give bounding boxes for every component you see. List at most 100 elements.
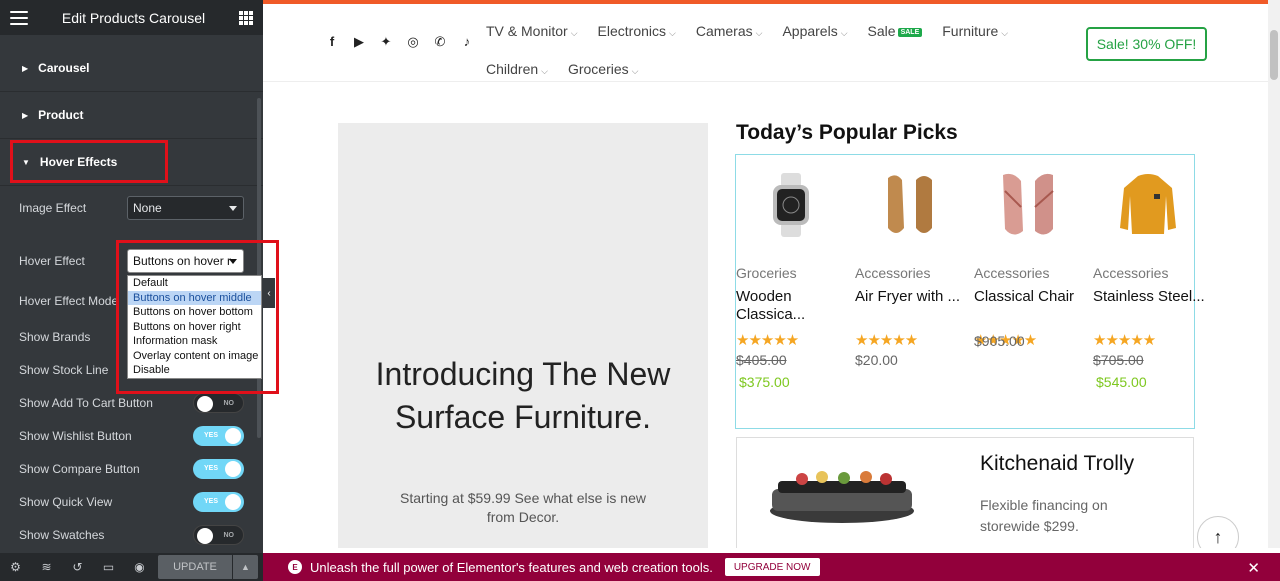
nav-item-cameras[interactable]: Cameras ⌵ (696, 23, 763, 39)
nav-label: Groceries (567, 61, 629, 77)
product-category: Accessories (974, 265, 1050, 281)
image-effect-control: Image Effect None (0, 196, 258, 220)
featured-product-title[interactable]: Kitchenaid Trolly (980, 452, 1134, 476)
twitter-icon[interactable]: ✦ (379, 34, 393, 50)
control-label: Show Stock Line (19, 363, 109, 377)
product-price: $905.00 (974, 333, 1025, 349)
panel-scrollbar[interactable] (257, 98, 261, 438)
featured-product-image[interactable] (752, 453, 922, 533)
product-card[interactable]: Groceries Wooden Classica... ★★★★★ $405.… (736, 155, 855, 425)
caret-right-icon: ▶ (22, 63, 29, 73)
nav-item-children[interactable]: Children ⌵ (486, 61, 548, 77)
compare-toggle[interactable]: YES (193, 459, 244, 479)
hover-effect-options-list: Default Buttons on hover middle Buttons … (127, 275, 262, 379)
nav-item-furniture[interactable]: Furniture ⌵ (942, 23, 1008, 39)
control-label: Show Quick View (19, 495, 113, 509)
preview-eye-icon[interactable]: ◉ (124, 560, 155, 574)
youtube-icon[interactable]: ▶ (352, 34, 366, 50)
hover-effect-option[interactable]: Buttons on hover bottom (128, 305, 261, 320)
product-image[interactable] (761, 169, 821, 241)
history-icon[interactable]: ↺ (62, 560, 93, 574)
panel-footer: ⚙ ≋ ↺ ▭ ◉ UPDATE ▲ (0, 553, 263, 581)
elementor-logo-icon: E (288, 560, 302, 574)
featured-product-card[interactable]: Kitchenaid Trolly Flexible financing on … (736, 437, 1194, 548)
close-icon[interactable]: ✕ (1247, 559, 1260, 577)
settings-gear-icon[interactable]: ⚙ (0, 560, 31, 574)
preview-scrollbar[interactable] (1268, 0, 1280, 548)
control-label: Show Compare Button (19, 462, 140, 476)
product-price: $375.00 (739, 374, 790, 390)
whatsapp-icon[interactable]: ✆ (433, 34, 447, 50)
scrollbar-thumb[interactable] (1270, 30, 1278, 80)
nav-item-sale[interactable]: Sale SALE (868, 23, 923, 39)
show-swatches-control: Show Swatches NO (0, 525, 258, 545)
product-image[interactable] (1118, 169, 1178, 241)
hover-effect-option[interactable]: Overlay content on image (128, 349, 261, 364)
product-image[interactable] (999, 169, 1059, 241)
responsive-mode-icon[interactable]: ▭ (93, 560, 124, 574)
popular-picks-title: Today’s Popular Picks (736, 121, 958, 144)
toggle-knob (225, 461, 241, 477)
control-label: Hover Effect (19, 254, 85, 268)
upgrade-now-button[interactable]: UPGRADE NOW (724, 558, 820, 576)
hover-effect-option[interactable]: Default (128, 276, 261, 291)
show-add-to-cart-control: Show Add To Cart Button NO (0, 393, 258, 413)
facebook-icon[interactable]: f (325, 34, 339, 50)
chevron-down-icon: ⌵ (1001, 28, 1009, 38)
products-carousel: Groceries Wooden Classica... ★★★★★ $405.… (735, 154, 1205, 429)
product-card[interactable]: Accessories Air Fryer with ... ★★★★★ $20… (855, 155, 974, 425)
panel-header: Edit Products Carousel (0, 0, 263, 35)
nav-item-electronics[interactable]: Electronics ⌵ (598, 23, 676, 39)
menu-icon[interactable] (10, 10, 28, 25)
navigator-layers-icon[interactable]: ≋ (31, 560, 62, 574)
collapse-panel-chevron-left-icon[interactable]: ‹ (263, 278, 275, 308)
banner-subtitle: Starting at $59.99 See what else is new … (400, 490, 646, 525)
promo-text: Unleash the full power of Elementor's fe… (310, 559, 713, 575)
control-label: Show Wishlist Button (19, 429, 132, 443)
product-name[interactable]: Stainless Steel... (1093, 288, 1205, 306)
select-value: Buttons on hover r (133, 254, 232, 268)
update-button[interactable]: UPDATE (158, 555, 232, 579)
sale-30-off-button[interactable]: Sale! 30% OFF! (1086, 27, 1207, 61)
product-card[interactable]: Accessories Stainless Steel... ★★★★★ $70… (1093, 155, 1212, 425)
wishlist-toggle[interactable]: YES (193, 426, 244, 446)
nav-item-tv-monitor[interactable]: TV & Monitor ⌵ (486, 23, 578, 39)
tiktok-icon[interactable]: ♪ (460, 34, 474, 50)
product-category: Accessories (1093, 265, 1169, 281)
section-hover-effects[interactable]: ▼ Hover Effects (0, 139, 263, 186)
promo-banner[interactable]: Introducing The New Surface Furniture. S… (338, 123, 708, 548)
instagram-icon[interactable]: ◎ (406, 34, 420, 50)
hover-effect-option-selected[interactable]: Buttons on hover middle (128, 290, 261, 305)
image-effect-select[interactable]: None (127, 196, 244, 220)
product-card[interactable]: Accessories Classical Chair ★★★★★ $905.0… (974, 155, 1093, 425)
nav-item-groceries[interactable]: Groceries ⌵ (568, 61, 639, 77)
nav-label: Sale (867, 23, 896, 39)
product-image[interactable] (880, 169, 940, 241)
toggle-text: NO (223, 532, 235, 539)
add-to-cart-toggle[interactable]: NO (193, 393, 244, 413)
hover-effect-option[interactable]: Buttons on hover right (128, 320, 261, 335)
quick-view-toggle[interactable]: YES (193, 492, 244, 512)
update-options-caret-icon[interactable]: ▲ (233, 555, 258, 579)
hover-effect-option[interactable]: Information mask (128, 334, 261, 349)
toggle-text: YES (204, 465, 219, 472)
show-compare-control: Show Compare Button YES (0, 459, 258, 479)
hover-effect-option[interactable]: Disable (128, 363, 261, 378)
product-name[interactable]: Wooden Classica... (736, 288, 848, 324)
section-carousel[interactable]: ▶ Carousel (0, 45, 263, 92)
nav-item-apparels[interactable]: Apparels ⌵ (782, 23, 847, 39)
toggle-knob (225, 494, 241, 510)
hover-effect-select[interactable]: Buttons on hover r (127, 249, 244, 273)
control-label: Show Add To Cart Button (19, 396, 153, 410)
widgets-grid-icon[interactable] (239, 10, 253, 25)
section-product[interactable]: ▶ Product (0, 92, 263, 139)
scroll-to-top-arrow-up-icon[interactable]: ↑ (1197, 516, 1239, 548)
product-name[interactable]: Air Fryer with ... (855, 288, 967, 306)
swatches-toggle[interactable]: NO (193, 525, 244, 545)
product-name[interactable]: Classical Chair (974, 288, 1086, 306)
caret-down-icon: ▼ (22, 157, 30, 167)
toggle-knob (225, 428, 241, 444)
show-wishlist-control: Show Wishlist Button YES (0, 426, 258, 446)
show-quick-view-control: Show Quick View YES (0, 492, 258, 512)
product-category: Groceries (736, 265, 797, 281)
